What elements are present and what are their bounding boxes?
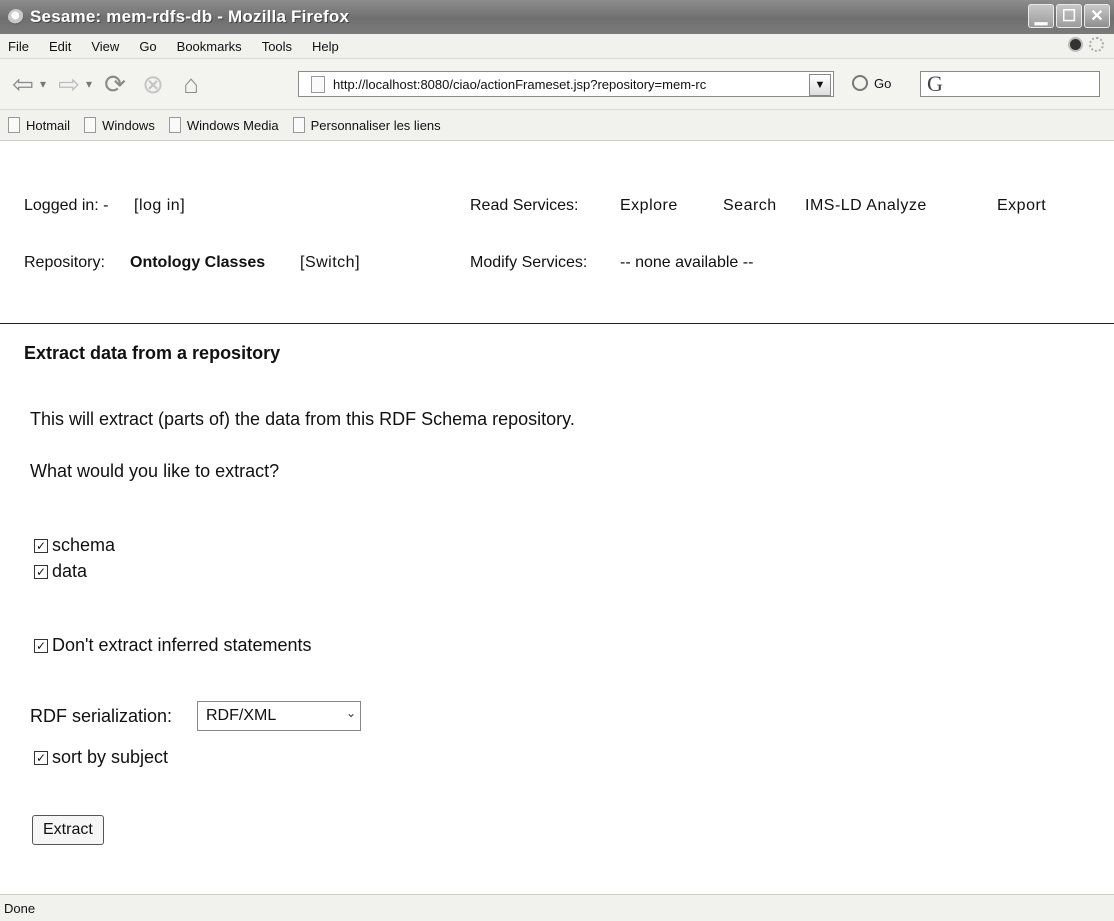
bookmark-page-icon	[292, 117, 305, 133]
go-label: Go	[874, 75, 892, 91]
schema-checkbox[interactable]: ✓	[34, 538, 48, 553]
logged-in-label: Logged in: -	[24, 197, 109, 214]
serialization-value: RDF/XML	[206, 707, 277, 724]
page-content: Logged in: - [log in] Read Services: Exp…	[0, 141, 1114, 894]
back-dropdown-icon[interactable]: ▾	[40, 77, 46, 91]
navigation-toolbar: ⇦ ▾ ⇨ ▾ ⟳ ⊗ ⌂ http://localhost:8080/ciao…	[0, 59, 1114, 110]
switch-link[interactable]: [Switch]	[300, 254, 360, 272]
export-link[interactable]: Export	[997, 197, 1046, 215]
top-navigation-frame: Logged in: - [log in] Read Services: Exp…	[0, 141, 1114, 324]
bookmark-label: Windows	[102, 117, 155, 133]
bookmark-label: Hotmail	[26, 117, 71, 133]
forward-icon[interactable]: ⇨	[54, 69, 84, 99]
sort-option[interactable]: ✓ sort by subject	[34, 747, 168, 768]
window-controls: ▁ ☐ ✕	[1028, 4, 1110, 28]
repository-label: Repository:	[24, 254, 105, 271]
inferred-label: Don't extract inferred statements	[52, 635, 312, 655]
schema-label: schema	[52, 535, 116, 555]
bookmark-label: Personnaliser les liens	[310, 117, 441, 133]
window-title: Sesame: mem-rdfs-db - Mozilla Firefox	[30, 7, 350, 26]
bookmark-windows[interactable]: Windows	[84, 117, 155, 133]
bookmark-label: Windows Media	[186, 117, 279, 133]
search-engine-icon[interactable]: G	[927, 71, 943, 97]
menu-view[interactable]: View	[91, 39, 119, 54]
menu-help[interactable]: Help	[312, 39, 339, 54]
browser-window: Sesame: mem-rdfs-db - Mozilla Firefox ▁ …	[0, 0, 1114, 921]
modify-services-label: Modify Services:	[470, 254, 588, 271]
status-globe-icon	[1068, 37, 1083, 52]
search-input[interactable]: G	[920, 71, 1100, 97]
sort-label: sort by subject	[52, 747, 169, 767]
maximize-icon[interactable]: ☐	[1056, 4, 1082, 28]
url-text[interactable]: http://localhost:8080/ciao/actionFramese…	[333, 77, 803, 92]
modify-services-value: -- none available --	[620, 254, 754, 271]
data-option[interactable]: ✓ data	[34, 561, 87, 582]
bookmarks-toolbar: Hotmail Windows Windows Media Personnali…	[0, 110, 1114, 141]
serialization-select[interactable]: RDF/XML ⌄	[197, 701, 361, 731]
menu-file[interactable]: File	[8, 39, 29, 54]
login-link[interactable]: [log in]	[134, 197, 185, 215]
reload-icon[interactable]: ⟳	[100, 69, 130, 99]
bookmark-hotmail[interactable]: Hotmail	[8, 117, 70, 133]
intro-text: This will extract (parts of) the data fr…	[30, 409, 575, 429]
status-text: Done	[4, 900, 36, 916]
go-button[interactable]: Go	[852, 75, 891, 91]
data-label: data	[52, 561, 88, 581]
firefox-icon	[8, 9, 24, 25]
title-bar: Sesame: mem-rdfs-db - Mozilla Firefox ▁ …	[0, 0, 1114, 34]
sort-checkbox[interactable]: ✓	[34, 750, 48, 765]
minimize-icon[interactable]: ▁	[1028, 4, 1054, 28]
menu-go[interactable]: Go	[139, 39, 156, 54]
bookmark-windows-media[interactable]: Windows Media	[168, 117, 279, 133]
schema-option[interactable]: ✓ schema	[34, 535, 115, 556]
close-icon[interactable]: ✕	[1084, 4, 1110, 28]
chevron-down-icon[interactable]: ⌄	[346, 706, 356, 720]
home-icon[interactable]: ⌂	[176, 69, 206, 99]
activity-spinner-icon	[1089, 37, 1104, 52]
inferred-checkbox[interactable]: ✓	[34, 638, 48, 653]
bookmark-page-icon	[168, 117, 181, 133]
ims-ld-analyze-link[interactable]: IMS-LD Analyze	[805, 197, 927, 215]
bookmark-page-icon	[84, 117, 97, 133]
explore-link[interactable]: Explore	[620, 197, 678, 215]
serialization-label: RDF serialization:	[30, 706, 173, 726]
page-icon	[311, 75, 325, 93]
question-text: What would you like to extract?	[30, 461, 280, 481]
search-link[interactable]: Search	[723, 197, 777, 215]
status-bar: Done	[0, 894, 1114, 921]
url-bar[interactable]: http://localhost:8080/ciao/actionFramese…	[298, 71, 834, 97]
page-title: Extract data from a repository	[24, 343, 281, 363]
extract-button[interactable]: Extract	[32, 815, 104, 845]
go-icon	[852, 75, 868, 91]
throbber	[1068, 37, 1104, 52]
repository-name: Ontology Classes	[130, 254, 266, 271]
back-icon[interactable]: ⇦	[8, 69, 38, 99]
bookmark-page-icon	[8, 117, 20, 133]
menu-bookmarks[interactable]: Bookmarks	[177, 39, 242, 54]
menu-bar: File Edit View Go Bookmarks Tools Help	[0, 34, 1114, 59]
inferred-option[interactable]: ✓ Don't extract inferred statements	[34, 635, 312, 656]
forward-dropdown-icon[interactable]: ▾	[86, 77, 92, 91]
url-dropdown-icon[interactable]: ▼	[809, 74, 831, 96]
menu-edit[interactable]: Edit	[49, 39, 71, 54]
bookmark-personnaliser[interactable]: Personnaliser les liens	[292, 117, 441, 133]
menu-tools[interactable]: Tools	[262, 39, 292, 54]
stop-icon[interactable]: ⊗	[138, 69, 168, 99]
data-checkbox[interactable]: ✓	[34, 564, 48, 579]
read-services-label: Read Services:	[470, 197, 579, 214]
